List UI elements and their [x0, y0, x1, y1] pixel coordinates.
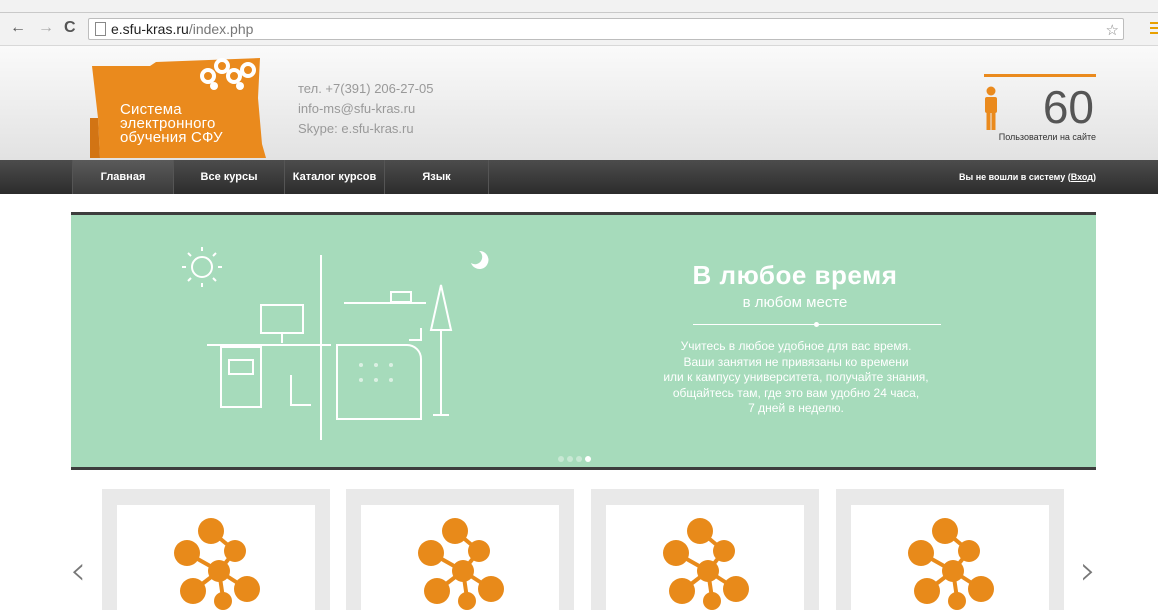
contacts: тел. +7(391) 206-27-05 info-ms@sfu-kras.… — [298, 79, 433, 139]
banner-text-line-1: Учитесь в любое удобное для вас время. — [680, 339, 912, 353]
page-icon — [95, 22, 106, 36]
logo-text: Система электронного обучения СФУ — [120, 102, 223, 146]
contact-skype: Skype: e.sfu-kras.ru — [298, 121, 414, 136]
login-status-close: ) — [1093, 172, 1096, 182]
banner-text: Учитесь в любое удобное для вас время. В… — [631, 339, 961, 417]
site-header: Система электронного обучения СФУ тел. +… — [0, 46, 1158, 160]
url-path: /index.php — [188, 21, 254, 37]
course-card[interactable] — [836, 489, 1064, 610]
nav-item-language[interactable]: Язык — [384, 160, 489, 194]
slider-dot-4[interactable] — [585, 456, 591, 462]
hero-banner: В любое время в любом месте Учитесь в лю… — [71, 212, 1096, 470]
contact-phone: тел. +7(391) 206-27-05 — [298, 81, 434, 96]
logo-line-3: обучения СФУ — [120, 129, 223, 146]
online-users-widget: 60 Пользователи на сайте — [984, 74, 1096, 156]
course-card[interactable] — [346, 489, 574, 610]
banner-title: В любое время — [692, 260, 898, 290]
slider-dot-1[interactable] — [558, 456, 564, 462]
banner-subtitle: в любом месте — [742, 294, 848, 311]
carousel-next-button[interactable]: › — [1080, 548, 1096, 594]
users-label: Пользователи на сайте — [998, 132, 1096, 142]
contact-email[interactable]: info-ms@sfu-kras.ru — [298, 99, 433, 119]
back-arrow-icon[interactable]: ← — [10, 20, 26, 36]
slider-dot-3[interactable] — [576, 456, 582, 462]
molecule-icon — [908, 518, 994, 610]
browser-menu-icon[interactable] — [1150, 22, 1158, 36]
molecule-icon — [418, 518, 504, 610]
nav-item-all-courses[interactable]: Все курсы — [173, 160, 284, 194]
url-host: e.sfu-kras.ru — [111, 21, 189, 37]
banner-divider — [693, 322, 941, 327]
slider-dot-2[interactable] — [567, 456, 573, 462]
banner-text-line-3: или к кампусу университета, получайте зн… — [663, 370, 929, 384]
slider-dots — [558, 449, 594, 467]
nav-item-catalog[interactable]: Каталог курсов — [284, 160, 384, 194]
person-icon — [985, 86, 997, 130]
banner-text-line-4: общайтесь там, где это вам удобно 24 час… — [672, 385, 920, 400]
molecule-icon — [174, 518, 260, 610]
bookmark-star-icon[interactable]: ☆ — [1106, 21, 1119, 39]
browser-toolbar: ← → C e.sfu-kras.ru/index.php ☆ — [0, 0, 1158, 46]
reload-icon[interactable]: C — [64, 20, 76, 36]
room-illustration — [182, 247, 489, 440]
forward-arrow-icon[interactable]: → — [38, 20, 54, 36]
site-logo[interactable]: Система электронного обучения СФУ — [90, 58, 266, 158]
widget-accent-bar — [984, 74, 1096, 77]
banner-text-line-5: 7 дней в неделю. — [748, 401, 844, 415]
url-text[interactable]: e.sfu-kras.ru/index.php — [111, 21, 253, 37]
login-link[interactable]: Вход — [1071, 172, 1093, 182]
banner-text-line-2: Ваши занятия не привязаны ко времени — [683, 354, 909, 369]
login-status-text: Вы не вошли в систему ( — [959, 172, 1071, 182]
course-card[interactable] — [591, 489, 819, 610]
molecule-icon — [663, 518, 749, 610]
address-bar[interactable]: e.sfu-kras.ru/index.php ☆ — [88, 18, 1124, 40]
main-nav: Главная Все курсы Каталог курсов Язык Вы… — [0, 160, 1158, 194]
nav-item-home[interactable]: Главная — [72, 160, 173, 194]
carousel-prev-button[interactable]: ‹ — [70, 548, 86, 594]
login-status: Вы не вошли в систему (Вход) — [959, 160, 1096, 194]
users-count: 60 — [1042, 81, 1094, 133]
tab-strip-line — [0, 12, 1158, 13]
course-card[interactable] — [102, 489, 330, 610]
